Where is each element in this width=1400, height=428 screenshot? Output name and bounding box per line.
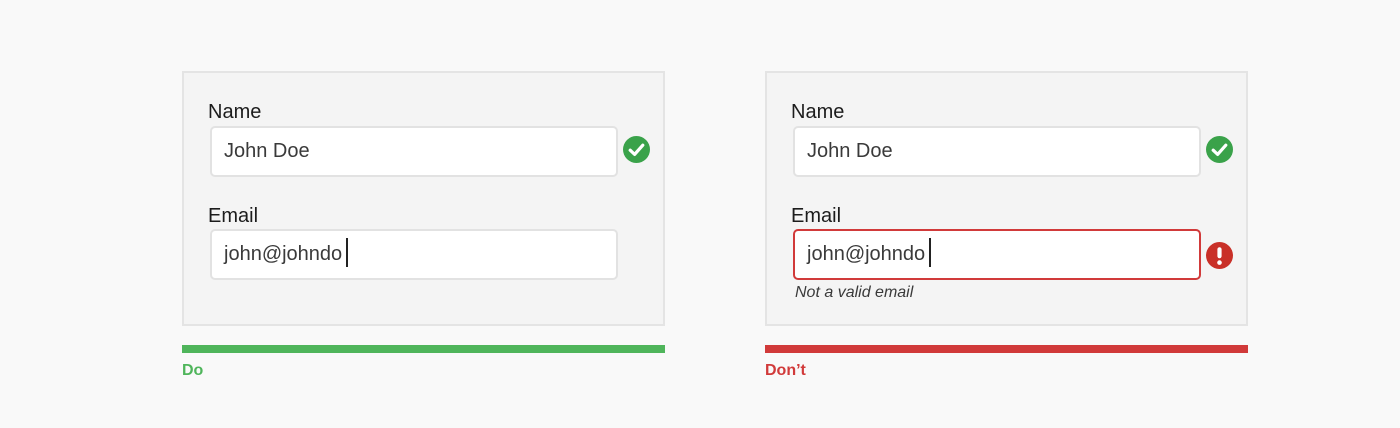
email-input-value: john@johndo — [224, 243, 343, 265]
email-label: Email — [791, 205, 842, 227]
text-caret — [929, 238, 932, 268]
dont-label: Don’t — [765, 362, 806, 379]
exclamation-circle-icon — [1206, 242, 1233, 269]
name-label: Name — [208, 101, 262, 123]
name-label: Name — [791, 101, 845, 123]
name-input[interactable]: John Doe — [793, 126, 1201, 177]
email-error-message: Not a valid email — [795, 284, 914, 301]
email-label: Email — [208, 205, 259, 227]
form-panel: Name John Doe Email john@johndo Not a va… — [765, 71, 1248, 326]
email-input[interactable]: john@johndo — [210, 229, 618, 280]
dont-example: Name John Doe Email john@johndo Not a va… — [765, 71, 1248, 379]
name-input-value: John Doe — [807, 140, 893, 162]
name-input-value: John Doe — [224, 140, 310, 162]
email-input[interactable]: john@johndo — [793, 229, 1201, 280]
check-circle-icon — [623, 136, 650, 163]
email-input-value: john@johndo — [807, 243, 926, 265]
text-caret — [346, 238, 349, 268]
form-panel: Name John Doe Email john@johndo — [182, 71, 665, 326]
dont-bar — [765, 345, 1248, 353]
do-label: Do — [182, 362, 204, 379]
name-input[interactable]: John Doe — [210, 126, 618, 177]
do-example: Name John Doe Email john@johndo Do — [182, 71, 665, 379]
check-circle-icon — [1206, 136, 1233, 163]
do-bar — [182, 345, 665, 353]
